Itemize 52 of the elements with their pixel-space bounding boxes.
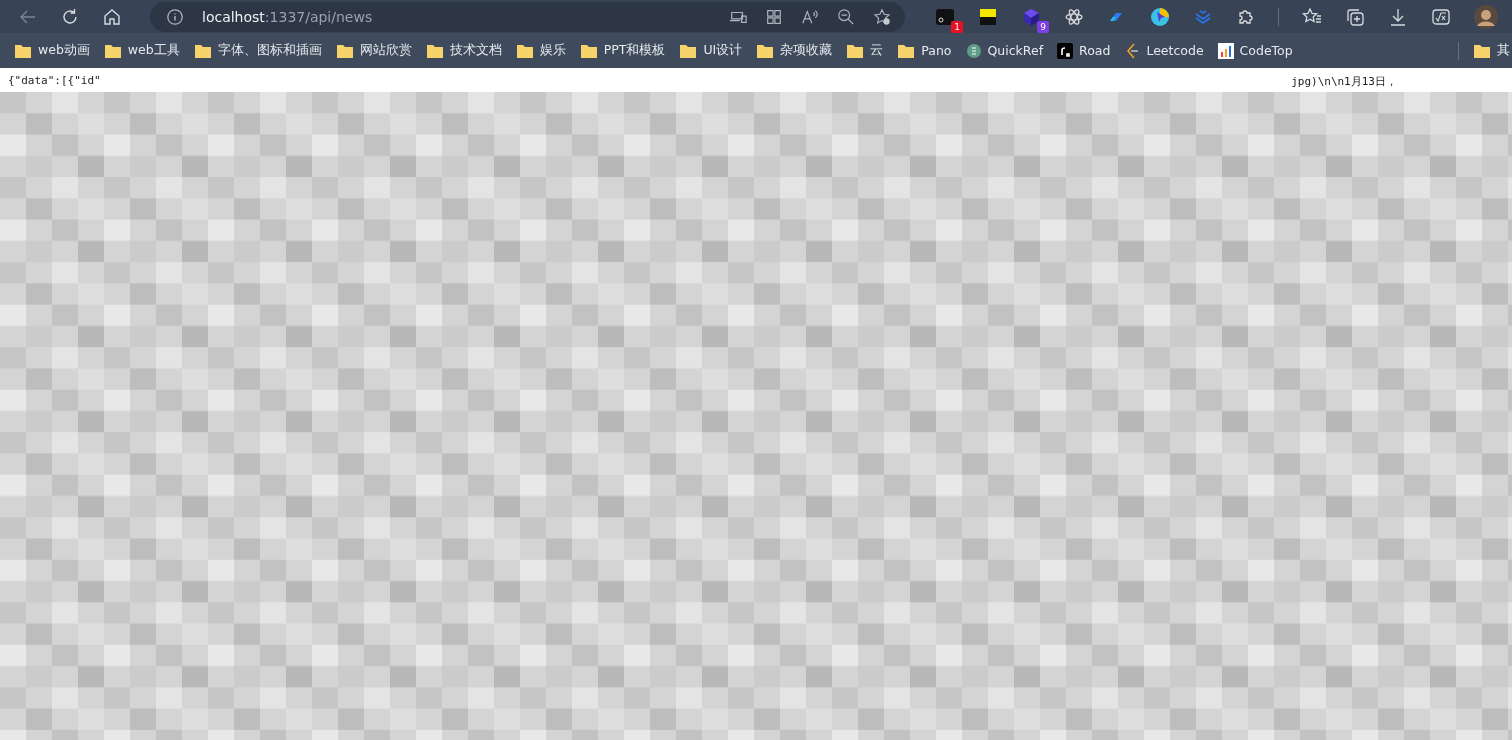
bookmark-link[interactable]: QuickRef: [965, 42, 1044, 59]
folder-icon: [14, 42, 32, 59]
count-badge: 1: [951, 20, 963, 33]
add-favorite-icon[interactable]: [873, 7, 891, 26]
folder-icon: [579, 42, 598, 59]
flag-icon[interactable]: [978, 6, 998, 27]
bookmark-folder[interactable]: 云: [846, 42, 884, 59]
bookmark-folder[interactable]: web工具: [103, 42, 180, 59]
json-text: jpg)\n\n1月13日，: [1291, 74, 1397, 90]
math-solver-icon[interactable]: [1431, 6, 1451, 27]
bookmark-folder[interactable]: web动画: [14, 42, 90, 59]
bookmark-link[interactable]: Leetcode: [1124, 42, 1204, 59]
folder-icon: [756, 42, 775, 59]
bookmark-link[interactable]: CodeTop: [1217, 42, 1293, 59]
chevron-icon: [1124, 42, 1141, 59]
apps-icon[interactable]: [765, 7, 783, 26]
folder-icon: [193, 42, 212, 59]
folder-icon: [846, 42, 865, 59]
folder-icon: [515, 42, 534, 59]
folder-icon: [335, 42, 354, 59]
folder-icon: [1473, 42, 1491, 59]
atom-icon[interactable]: [1064, 6, 1084, 27]
home-icon[interactable]: [102, 6, 122, 27]
download-icon[interactable]: [1388, 6, 1408, 27]
folder-icon: [425, 42, 444, 59]
info-icon[interactable]: [166, 7, 184, 26]
count-badge: 9: [1037, 20, 1049, 33]
read-aloud-icon[interactable]: [801, 7, 819, 26]
bookmark-folder[interactable]: 技术文档: [425, 42, 502, 59]
refresh-icon[interactable]: [60, 6, 80, 27]
bookmark-folder[interactable]: 娱乐: [515, 42, 566, 59]
folder-icon: [679, 42, 698, 59]
monitor-icon[interactable]: [935, 6, 955, 27]
bookmark-folder[interactable]: 其: [1473, 42, 1510, 59]
zoom-out-icon[interactable]: [837, 7, 855, 26]
bookmark-folder[interactable]: PPT和模板: [579, 42, 666, 59]
bookmark-folder[interactable]: 字体、图标和插画: [193, 42, 322, 59]
bookmark-folder[interactable]: 网站欣赏: [335, 42, 412, 59]
pointer-icon[interactable]: [1150, 6, 1170, 27]
bar-chart-icon: [1217, 42, 1234, 59]
folder-icon: [897, 42, 916, 59]
bookmark-folder[interactable]: Pano: [897, 42, 952, 59]
bookmark-link[interactable]: Road: [1057, 42, 1111, 59]
url-text: localhost:1337/api/news: [202, 8, 373, 25]
folder-icon: [103, 42, 122, 59]
collections-icon[interactable]: [1345, 6, 1365, 27]
json-text: {"data":[{"id": [8, 74, 101, 89]
road-icon: [1057, 42, 1074, 59]
bookmark-folder[interactable]: UI设计: [679, 42, 743, 59]
bookmark-folder[interactable]: 杂项收藏: [756, 42, 833, 59]
address-bar[interactable]: localhost:1337/api/news: [150, 1, 905, 32]
avatar-icon[interactable]: [1474, 4, 1498, 29]
